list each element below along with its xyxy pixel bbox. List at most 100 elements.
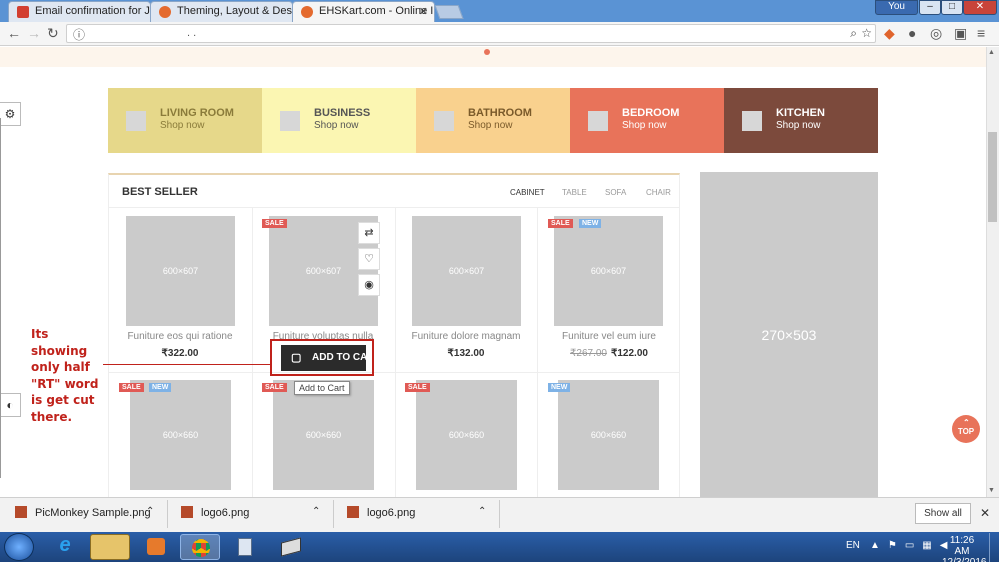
category-title: BUSINESS (314, 107, 371, 119)
product-image[interactable]: 600×660 (273, 380, 374, 490)
menu-icon[interactable]: ≡ (977, 25, 985, 41)
minimize-button[interactable]: – (919, 0, 941, 15)
clock[interactable]: 11:26 AM 12/3/2016 (942, 535, 987, 568)
start-button[interactable] (4, 533, 34, 561)
file-explorer-icon[interactable] (90, 534, 130, 560)
shop-now-link[interactable]: Shop now (622, 120, 724, 131)
new-badge: NEW (149, 383, 172, 392)
back-to-top-button[interactable]: ⌃ TOP (952, 415, 980, 443)
category-image (126, 111, 146, 131)
tab-ehskart[interactable]: EHSKart.com - Online In ✕ (292, 1, 435, 22)
back-arrow-icon[interactable]: ← (7, 25, 21, 41)
magento-icon (159, 6, 171, 18)
add-to-cart-button[interactable]: ▢ ADD TO CAR (281, 345, 366, 371)
internet-explorer-icon[interactable]: e (45, 534, 85, 560)
tab-email[interactable]: Email confirmation for Je (8, 1, 151, 22)
magento-extension-icon[interactable]: ◆ (884, 25, 895, 42)
filter-chair[interactable]: CHAIR (646, 188, 671, 197)
product-image[interactable]: 600×607 (412, 216, 521, 326)
scrollbar-thumb[interactable] (988, 132, 997, 222)
download-item[interactable]: logo6.png (181, 506, 249, 519)
shop-now-link[interactable]: Shop now (314, 120, 416, 131)
bookmark-star-icon[interactable]: ☆ (861, 26, 872, 40)
chevron-up-icon[interactable]: ⌃ (478, 506, 486, 517)
image-file-icon (15, 506, 27, 518)
download-item[interactable]: logo6.png (347, 506, 415, 519)
product-image[interactable]: 600×660 (130, 380, 231, 490)
bulb-extension-icon[interactable]: ● (908, 25, 916, 41)
show-desktop-button[interactable] (989, 533, 999, 562)
product-image[interactable]: 600×660 (416, 380, 517, 490)
product-name[interactable]: Funiture dolore magnam (395, 331, 537, 342)
extension-icon[interactable]: ◎ (930, 25, 942, 42)
category-business[interactable]: BUSINESS Shop now (262, 88, 416, 153)
media-player-icon[interactable] (137, 534, 177, 560)
scroll-down-arrow[interactable]: ▼ (988, 487, 995, 494)
category-title: BEDROOM (622, 107, 680, 119)
new-badge: NEW (579, 219, 602, 228)
shop-now-link[interactable]: Shop now (468, 120, 570, 131)
product-name[interactable]: Funiture eos qui ratione (109, 331, 251, 342)
slider-strip (0, 47, 986, 67)
slider-dot[interactable] (484, 49, 490, 55)
tab-theming[interactable]: Theming, Layout & Desi (150, 1, 293, 22)
download-filename: logo6.png (201, 507, 250, 519)
category-image (588, 111, 608, 131)
product-image[interactable]: 600×607 (126, 216, 235, 326)
product-image[interactable]: 600×607 (554, 216, 663, 326)
divider (499, 500, 500, 528)
download-item[interactable]: PicMonkey Sample.png (15, 506, 151, 519)
old-price: ₹267.00 (570, 348, 607, 359)
shop-now-link[interactable]: Shop now (776, 120, 878, 131)
clock-date: 12/3/2016 (942, 557, 987, 568)
page-scrollbar[interactable] (986, 47, 999, 497)
new-badge: NEW (548, 383, 571, 392)
download-filename: PicMonkey Sample.png (35, 507, 151, 519)
filter-sofa[interactable]: SOFA (605, 188, 626, 197)
category-kitchen[interactable]: KITCHEN Shop now (724, 88, 878, 153)
calculator-icon[interactable] (226, 534, 266, 560)
close-window-button[interactable]: ✕ (963, 0, 997, 15)
wishlist-heart-icon[interactable]: ♡ (358, 248, 380, 270)
category-bedroom[interactable]: BEDROOM Shop now (570, 88, 724, 153)
divider (167, 500, 168, 528)
close-icon[interactable]: ✕ (980, 506, 990, 520)
app-icon[interactable] (271, 534, 311, 560)
forward-arrow-icon[interactable]: → (27, 25, 41, 41)
filter-table[interactable]: TABLE (562, 188, 587, 197)
info-icon[interactable]: ⓘ (73, 26, 85, 43)
chevron-up-icon[interactable]: ⌃ (312, 506, 320, 517)
chrome-icon[interactable] (180, 534, 220, 560)
divider (252, 208, 253, 498)
compare-icon[interactable]: ⇄ (358, 222, 380, 244)
category-bathroom[interactable]: BATHROOM Shop now (416, 88, 570, 153)
product-image[interactable]: 600×660 (558, 380, 659, 490)
category-title: KITCHEN (776, 107, 825, 119)
new-tab-button[interactable] (434, 5, 464, 19)
category-title: LIVING ROOM (160, 107, 234, 119)
sale-badge: SALE (548, 219, 573, 228)
zoom-icon[interactable]: ⌕ (850, 26, 857, 41)
sale-badge: SALE (262, 219, 287, 228)
quick-view-eye-icon[interactable]: ◉ (358, 274, 380, 296)
shop-now-link[interactable]: Shop now (160, 120, 262, 131)
url-input[interactable]: ⓘ . . ⌕ ☆ (66, 24, 876, 43)
language-indicator[interactable]: EN (846, 540, 860, 551)
filter-cabinet[interactable]: CABINET (510, 188, 545, 197)
category-living-room[interactable]: LIVING ROOM Shop now (108, 88, 262, 153)
chevron-up-icon: ⌃ (963, 418, 970, 427)
side-banner[interactable]: 270×503 (700, 172, 878, 498)
add-to-cart-label: ADD TO CAR (312, 352, 366, 363)
scroll-up-arrow[interactable]: ▲ (988, 49, 995, 56)
product-name[interactable]: Funiture vel eum iure (538, 331, 680, 342)
extension-icon[interactable]: ▣ (954, 25, 967, 42)
user-profile-button[interactable]: You (875, 0, 918, 15)
close-tab-icon[interactable]: ✕ (419, 5, 428, 18)
chevron-up-icon[interactable]: ⌃ (146, 506, 154, 517)
contrast-icon[interactable]: ◐ (0, 393, 21, 417)
show-all-button[interactable]: Show all (915, 503, 971, 524)
reload-icon[interactable]: ↻ (47, 25, 59, 42)
tab-title: EHSKart.com - Online In (319, 5, 435, 17)
maximize-button[interactable]: □ (941, 0, 963, 15)
settings-gear-icon[interactable]: ⚙ (0, 102, 21, 126)
